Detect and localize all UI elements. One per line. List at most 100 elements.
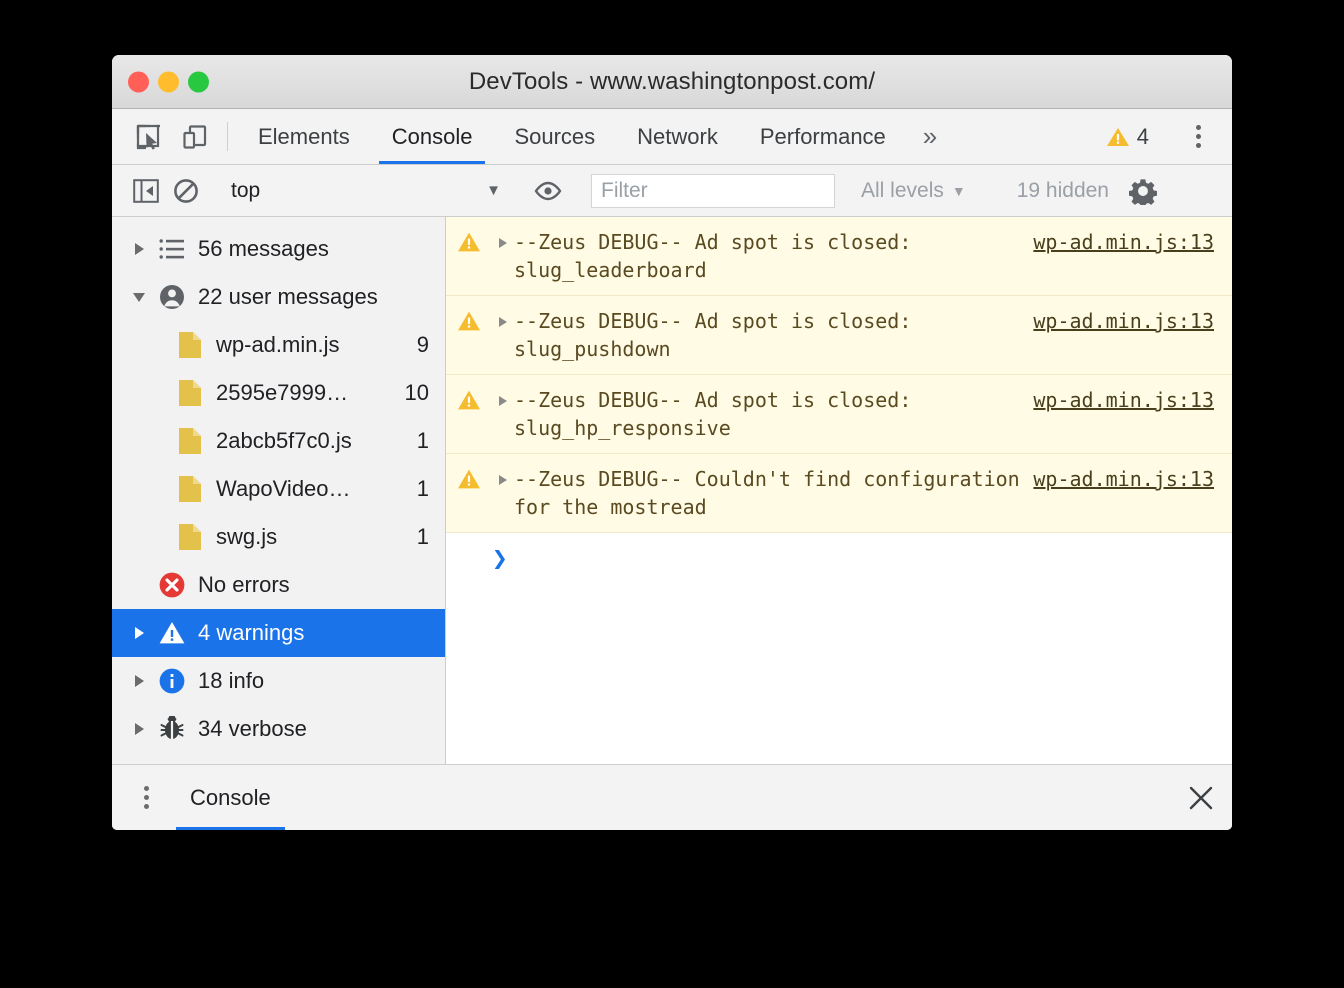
warning-triangle-icon [446,307,492,332]
sidebar-item-count: 10 [404,380,429,405]
live-expression-eye-icon[interactable] [528,171,568,211]
tabstrip-divider [227,122,228,151]
log-levels-select[interactable]: All levels ▼ [847,179,980,203]
settings-gear-icon[interactable] [1123,171,1163,211]
sidebar-item-count: 1 [416,428,429,453]
filter-input[interactable]: Filter [591,173,835,208]
tab-performance[interactable]: Performance [739,109,907,164]
console-message-row[interactable]: --Zeus DEBUG-- Ad spot is closed: slug_l… [446,217,1232,296]
sidebar-item-file-2595e7999[interactable]: 2595e7999… 10 [112,369,445,417]
expand-arrow-icon[interactable] [492,465,514,485]
drawer-kebab-icon[interactable] [124,765,168,830]
disclosure-triangle-icon[interactable] [126,292,152,302]
warning-triangle-icon [446,465,492,490]
expand-arrow-icon[interactable] [492,386,514,406]
screenshot-root: DevTools - www.washingtonpost.com/ Eleme… [0,0,1344,988]
warning-triangle-icon [446,228,492,253]
minimize-window-button[interactable] [158,71,179,92]
sidebar-item-label: wp-ad.min.js [216,332,340,357]
console-message-source-link[interactable]: wp-ad.min.js:13 [1033,465,1232,493]
zoom-window-button[interactable] [188,71,209,92]
disclosure-triangle-icon[interactable] [126,627,152,639]
sidebar-item-label: 22 user messages [198,284,378,309]
sidebar-item-file-2abcb5f7c0[interactable]: 2abcb5f7c0.js 1 [112,417,445,465]
console-toolbar: top ▼ Filter All levels ▼ 19 hidden [112,165,1232,217]
execution-context-value: top [231,178,261,202]
close-window-button[interactable] [128,71,149,92]
error-circle-icon [152,571,192,599]
chevron-down-icon: ▼ [486,182,501,199]
expand-arrow-icon[interactable] [492,307,514,327]
devtools-window: DevTools - www.washingtonpost.com/ Eleme… [112,55,1232,830]
sidebar-item-user-messages[interactable]: 22 user messages [112,273,445,321]
warning-count-badge[interactable]: 4 [1098,124,1157,150]
sidebar-item-count: 1 [416,524,429,549]
disclosure-triangle-icon[interactable] [126,675,152,687]
console-body: 56 messages 22 user messages wp-ad.min.j… [112,217,1232,764]
console-message-source-link[interactable]: wp-ad.min.js:13 [1033,307,1232,335]
console-message-text: --Zeus DEBUG-- Couldn't find configurati… [514,467,1032,519]
disclosure-triangle-icon[interactable] [126,243,152,255]
console-message-row[interactable]: --Zeus DEBUG-- Ad spot is closed: slug_p… [446,296,1232,375]
window-title: DevTools - www.washingtonpost.com/ [468,67,876,95]
console-message-text: --Zeus DEBUG-- Ad spot is closed: slug_h… [514,388,924,440]
user-icon [152,284,192,310]
console-message-text: --Zeus DEBUG-- Ad spot is closed: slug_l… [514,230,924,282]
sidebar-item-file-wp-ad[interactable]: wp-ad.min.js 9 [112,321,445,369]
sidebar-item-count: 1 [416,476,429,501]
drawer-tabstrip: Console [112,764,1232,830]
inspect-element-icon[interactable] [126,109,172,164]
sidebar-item-label: 2abcb5f7c0.js [216,428,352,453]
sidebar-item-label: swg.js [216,524,278,549]
sidebar-item-info[interactable]: 18 info [112,657,445,705]
log-levels-value: All levels [861,178,944,202]
console-message-source-link[interactable]: wp-ad.min.js:13 [1033,228,1232,256]
devtools-tabstrip: Elements Console Sources Network Perform… [112,109,1232,165]
sidebar-item-file-wapovideo[interactable]: WapoVideo… 1 [112,465,445,513]
warning-triangle-icon [152,620,192,646]
sidebar-item-all-messages[interactable]: 56 messages [112,225,445,273]
list-icon [152,238,192,260]
sidebar-item-label: 4 warnings [198,620,305,645]
kebab-menu-icon[interactable] [1176,125,1220,148]
console-sidebar-toggle-icon[interactable] [126,171,166,211]
sidebar-item-label: 18 info [198,668,265,693]
info-circle-icon [152,667,192,695]
drawer-tab-console[interactable]: Console [168,765,293,830]
console-sidebar: 56 messages 22 user messages wp-ad.min.j… [112,217,446,764]
tab-console[interactable]: Console [371,109,494,164]
sidebar-item-label: WapoVideo… [216,476,351,501]
execution-context-select[interactable]: top ▼ [225,179,509,203]
window-titlebar: DevTools - www.washingtonpost.com/ [112,55,1232,109]
js-file-icon [170,331,210,359]
warning-triangle-icon [1106,127,1129,146]
sidebar-item-label: 34 verbose [198,716,307,741]
console-message-row[interactable]: --Zeus DEBUG-- Ad spot is closed: slug_h… [446,375,1232,454]
sidebar-item-errors[interactable]: No errors [112,561,445,609]
tab-elements[interactable]: Elements [237,109,371,164]
console-message-text: --Zeus DEBUG-- Ad spot is closed: slug_p… [514,309,924,361]
tabstrip-right-group: 4 [1098,109,1232,164]
devtools-tabs: Elements Console Sources Network Perform… [237,109,953,164]
tab-network[interactable]: Network [616,109,739,164]
warning-count-value: 4 [1136,123,1149,149]
disclosure-triangle-icon[interactable] [126,723,152,735]
console-prompt[interactable]: ❯ [446,533,1232,585]
sidebar-item-verbose[interactable]: 34 verbose [112,705,445,753]
close-icon[interactable] [1170,765,1232,830]
sidebar-item-count: 9 [416,332,429,357]
chevron-down-icon: ▼ [951,182,966,199]
tab-sources[interactable]: Sources [493,109,616,164]
sidebar-item-warnings[interactable]: 4 warnings [112,609,445,657]
clear-console-icon[interactable] [166,171,206,211]
console-message-row[interactable]: --Zeus DEBUG-- Couldn't find configurati… [446,454,1232,533]
console-message-source-link[interactable]: wp-ad.min.js:13 [1033,386,1232,414]
warning-triangle-icon [446,386,492,411]
expand-arrow-icon[interactable] [492,228,514,248]
more-tabs-button[interactable]: » [907,109,953,164]
prompt-caret-icon: ❯ [492,544,508,574]
bug-icon [152,716,192,742]
sidebar-item-label: 56 messages [198,236,329,261]
device-toolbar-icon[interactable] [172,109,218,164]
sidebar-item-file-swg[interactable]: swg.js 1 [112,513,445,561]
